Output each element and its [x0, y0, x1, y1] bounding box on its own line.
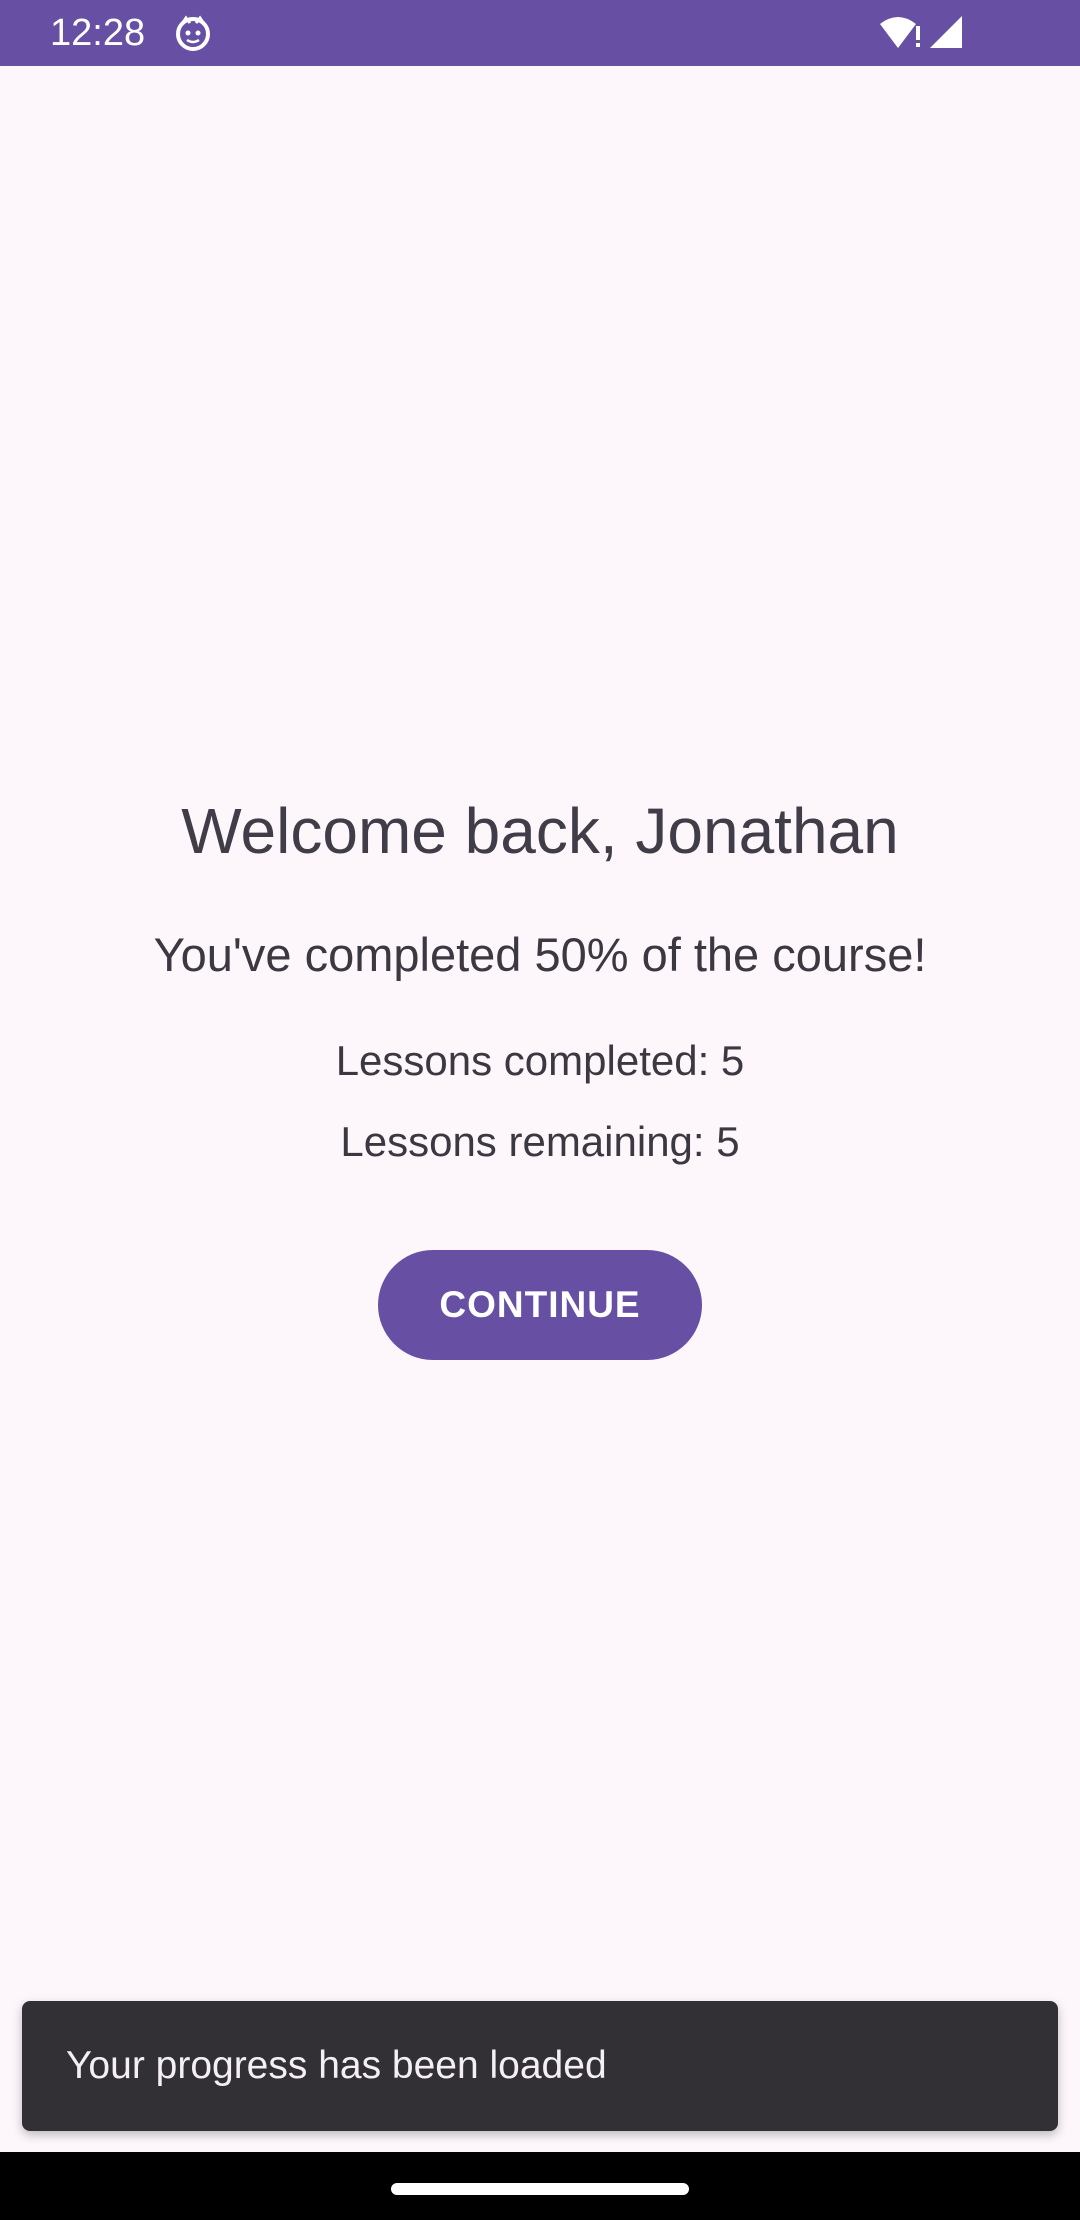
- continue-button[interactable]: CONTINUE: [378, 1250, 702, 1360]
- welcome-title: Welcome back, Jonathan: [181, 795, 899, 867]
- navigation-bar: [0, 2152, 1080, 2220]
- wifi-alert-icon: [878, 14, 924, 52]
- lessons-completed-text: Lessons completed: 5: [335, 1037, 745, 1084]
- main-content: Welcome back, Jonathan You've completed …: [0, 66, 1080, 2152]
- status-time: 12:28: [50, 12, 146, 54]
- course-progress-message: You've completed 50% of the course!: [153, 928, 927, 981]
- cell-signal-icon: [926, 14, 964, 52]
- status-bar: 12:28: [0, 0, 1080, 66]
- home-indicator-icon[interactable]: [391, 2183, 689, 2195]
- snackbar: Your progress has been loaded: [22, 2001, 1058, 2131]
- lessons-remaining-text: Lessons remaining: 5: [340, 1118, 740, 1165]
- cat-face-icon: [174, 14, 212, 52]
- snackbar-message: Your progress has been loaded: [66, 2044, 607, 2087]
